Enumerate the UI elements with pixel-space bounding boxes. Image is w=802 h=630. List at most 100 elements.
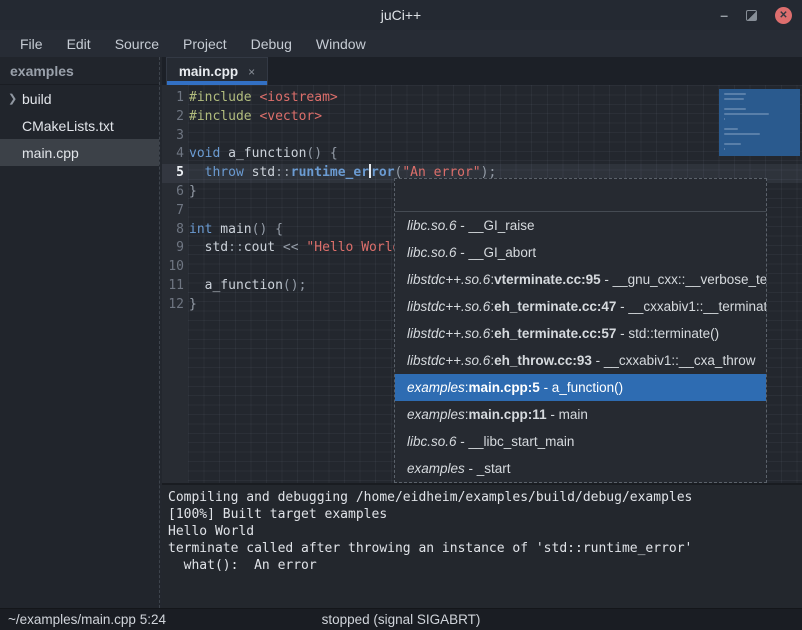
- line-number: 4: [162, 145, 184, 164]
- backtrace-location: main.cpp:5: [469, 380, 540, 395]
- backtrace-item[interactable]: libstdc++.so.6:vterminate.cc:95 - __gnu_…: [395, 266, 766, 293]
- minimap-line: [724, 118, 725, 120]
- code-token: () {: [252, 222, 283, 237]
- tree-item-label: CMakeLists.txt: [22, 118, 114, 134]
- terminal-line: Compiling and debugging /home/eidheim/ex…: [168, 489, 802, 506]
- line-content: a_function();: [189, 277, 306, 296]
- backtrace-item[interactable]: libc.so.6 - __GI_abort: [395, 239, 766, 266]
- line-content: void a_function() {: [189, 145, 338, 164]
- backtrace-item[interactable]: examples:main.cpp:5 - a_function(): [395, 374, 766, 401]
- line-number: 2: [162, 108, 184, 127]
- terminal-line: Hello World: [168, 523, 802, 540]
- code-token: a_function: [220, 146, 306, 161]
- code-token: void: [189, 146, 220, 161]
- backtrace-item[interactable]: examples - _start: [395, 455, 766, 482]
- code-token: int: [189, 222, 212, 237]
- minimap-line: [724, 128, 738, 130]
- tab-close-icon[interactable]: ×: [248, 65, 255, 79]
- code-line-1: 1#include <iostream>: [162, 89, 802, 108]
- menu-item-window[interactable]: Window: [306, 33, 376, 55]
- menu-item-file[interactable]: File: [10, 33, 53, 55]
- code-token: <<: [275, 240, 306, 255]
- minimize-icon[interactable]: –: [720, 10, 728, 20]
- code-line-3: 3: [162, 127, 802, 146]
- backtrace-search-box[interactable]: [395, 179, 766, 212]
- backtrace-library: libstdc++.so.6: [407, 272, 490, 287]
- code-token: #include: [189, 109, 259, 124]
- line-number: 3: [162, 127, 184, 146]
- backtrace-library: examples: [407, 380, 465, 395]
- line-content: #include <vector>: [189, 108, 322, 127]
- terminal-line: [100%] Built target examples: [168, 506, 802, 523]
- terminal-line: what(): An error: [168, 557, 802, 574]
- status-bar: ~/examples/main.cpp 5:24 stopped (signal…: [0, 608, 802, 630]
- tree-item-label: build: [22, 91, 52, 107]
- tab-main-cpp[interactable]: main.cpp ×: [166, 57, 268, 85]
- sidebar-item-cmakelists-txt[interactable]: CMakeLists.txt: [0, 112, 159, 139]
- code-token: cout: [244, 240, 275, 255]
- line-number: 5: [162, 164, 184, 183]
- minimap-line: [724, 98, 744, 100]
- code-token: ::: [275, 165, 291, 180]
- minimap-line: [724, 133, 760, 135]
- menu-item-source[interactable]: Source: [105, 33, 169, 55]
- line-number: 9: [162, 239, 184, 258]
- minimap-line: [724, 113, 769, 115]
- code-line-2: 2 #include <vector>: [162, 108, 802, 127]
- terminal-line: terminate called after throwing an insta…: [168, 540, 802, 557]
- code-token: std: [189, 240, 228, 255]
- line-number: 12: [162, 296, 184, 315]
- code-token: ::: [228, 240, 244, 255]
- status-file-position: ~/examples/main.cpp 5:24: [8, 612, 166, 627]
- code-token: }: [189, 297, 197, 312]
- backtrace-library: libc.so.6: [407, 245, 457, 260]
- code-token: std: [244, 165, 275, 180]
- code-line-4: 4 void a_function() {: [162, 145, 802, 164]
- backtrace-location: eh_throw.cc:93: [494, 353, 592, 368]
- code-token: #include: [189, 90, 259, 105]
- backtrace-library: libc.so.6: [407, 218, 457, 233]
- backtrace-item[interactable]: libstdc++.so.6:eh_throw.cc:93 - __cxxabi…: [395, 347, 766, 374]
- maximize-icon[interactable]: [746, 10, 757, 21]
- menu-item-project[interactable]: Project: [173, 33, 237, 55]
- minimap-line: [724, 93, 746, 95]
- close-icon[interactable]: ✕: [775, 7, 792, 24]
- line-content: #include <iostream>: [189, 89, 338, 108]
- backtrace-item[interactable]: examples:main.cpp:11 - main: [395, 401, 766, 428]
- backtrace-location: vterminate.cc:95: [494, 272, 601, 287]
- line-number: 10: [162, 258, 184, 277]
- backtrace-popup: libc.so.6 - __GI_raiselibc.so.6 - __GI_a…: [394, 178, 767, 483]
- line-content: int main() {: [189, 221, 283, 240]
- code-token: throw: [205, 165, 244, 180]
- menu-item-edit[interactable]: Edit: [57, 33, 101, 55]
- line-content: }: [189, 183, 197, 202]
- backtrace-item[interactable]: libstdc++.so.6:eh_terminate.cc:57 - std:…: [395, 320, 766, 347]
- file-tree-panel: examples ❯build CMakeLists.txt main.cpp: [0, 57, 159, 608]
- sidebar-item-main-cpp[interactable]: main.cpp: [0, 139, 159, 166]
- backtrace-item[interactable]: libc.so.6 - __libc_start_main: [395, 428, 766, 455]
- backtrace-item[interactable]: libstdc++.so.6:eh_terminate.cc:47 - __cx…: [395, 293, 766, 320]
- code-token: runtime_er: [291, 165, 369, 180]
- minimap[interactable]: [719, 89, 800, 156]
- line-content: }: [189, 296, 197, 315]
- tree-item-label: main.cpp: [22, 145, 79, 161]
- line-number: 7: [162, 202, 184, 221]
- code-token: ();: [283, 278, 306, 293]
- terminal-output: Compiling and debugging /home/eidheim/ex…: [162, 485, 802, 608]
- sidebar-item-build[interactable]: ❯build: [0, 85, 159, 112]
- menu-item-debug[interactable]: Debug: [241, 33, 302, 55]
- chevron-right-icon[interactable]: ❯: [8, 92, 22, 105]
- backtrace-list: libc.so.6 - __GI_raiselibc.so.6 - __GI_a…: [395, 212, 766, 482]
- backtrace-library: libstdc++.so.6: [407, 299, 490, 314]
- code-token: () {: [306, 146, 337, 161]
- window-controls: – ✕: [720, 0, 792, 30]
- line-number: 6: [162, 183, 184, 202]
- project-name-header: examples: [0, 57, 159, 85]
- backtrace-library: libc.so.6: [407, 434, 457, 449]
- backtrace-item[interactable]: libc.so.6 - __GI_raise: [395, 212, 766, 239]
- status-debug-state: stopped (signal SIGABRT): [322, 612, 481, 627]
- titlebar: juCi++ – ✕: [0, 0, 802, 30]
- backtrace-location: eh_terminate.cc:57: [494, 326, 616, 341]
- backtrace-library: examples: [407, 461, 465, 476]
- code-token: main: [212, 222, 251, 237]
